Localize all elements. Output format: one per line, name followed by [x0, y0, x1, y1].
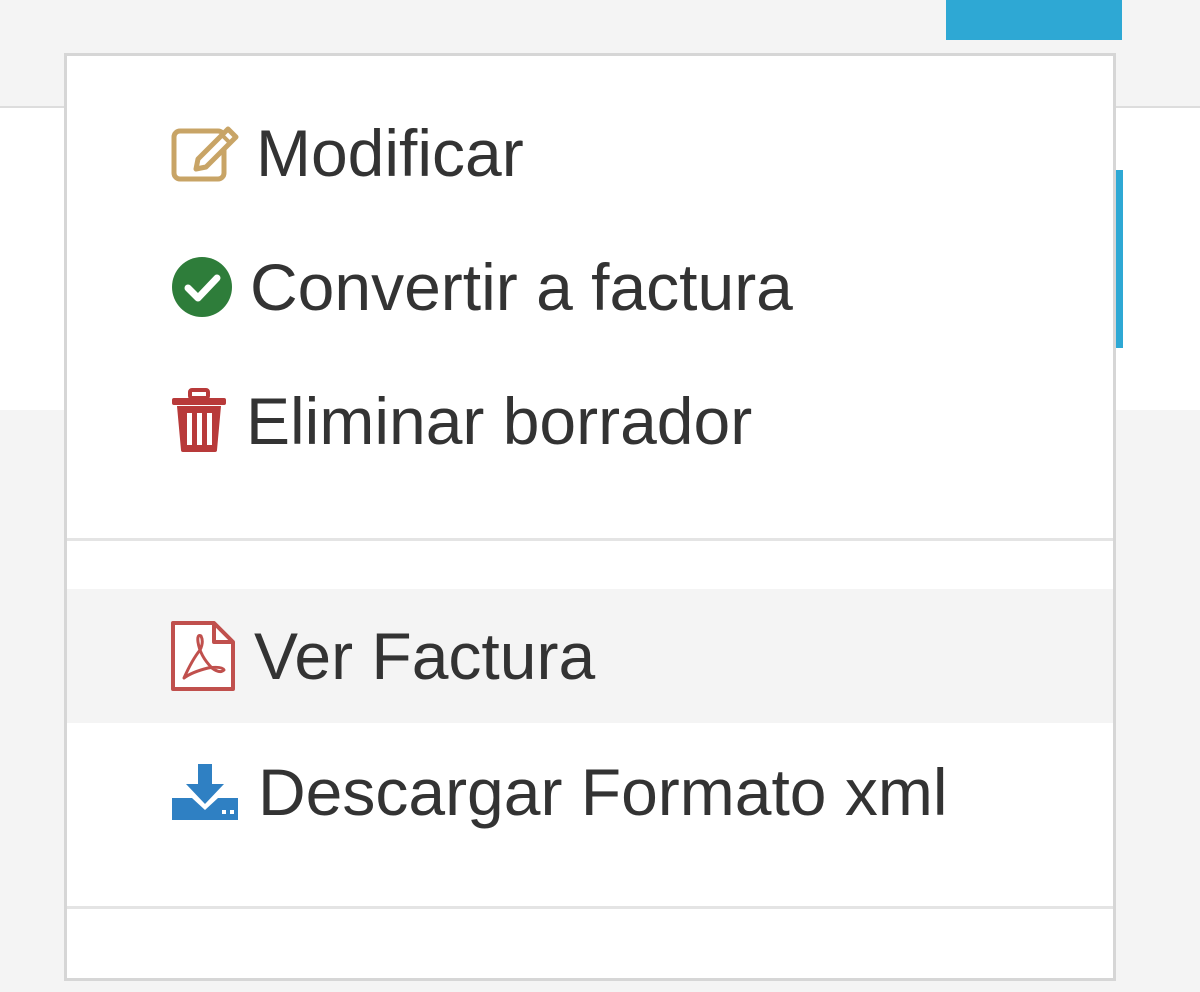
check-circle-icon	[170, 251, 236, 323]
menu-item-label: Descargar Formato xml	[258, 755, 948, 829]
download-icon	[170, 756, 244, 828]
actions-dropdown-menu: Modificar Convertir a factura Eliminar b…	[64, 53, 1116, 981]
trash-icon	[170, 385, 232, 457]
menu-item-descargar-formato-xml[interactable]: Descargar Formato xml	[67, 725, 1113, 859]
menu-item-label: Ver Factura	[254, 619, 596, 693]
page: Modificar Convertir a factura Eliminar b…	[0, 0, 1200, 992]
edit-icon	[170, 117, 242, 189]
menu-item-label: Convertir a factura	[250, 250, 793, 324]
menu-item-convertir-a-factura[interactable]: Convertir a factura	[67, 220, 1113, 354]
menu-divider	[67, 906, 1113, 909]
menu-item-label: Modificar	[256, 116, 524, 190]
menu-item-eliminar-borrador[interactable]: Eliminar borrador	[67, 354, 1113, 488]
menu-item-label: Eliminar borrador	[246, 384, 753, 458]
background-accent-bar	[1116, 170, 1123, 348]
menu-item-ver-factura[interactable]: Ver Factura	[67, 589, 1113, 723]
menu-divider	[67, 538, 1113, 541]
menu-item-modificar[interactable]: Modificar	[67, 86, 1113, 220]
dropdown-toggle-button[interactable]	[946, 0, 1122, 40]
pdf-file-icon	[170, 620, 240, 692]
